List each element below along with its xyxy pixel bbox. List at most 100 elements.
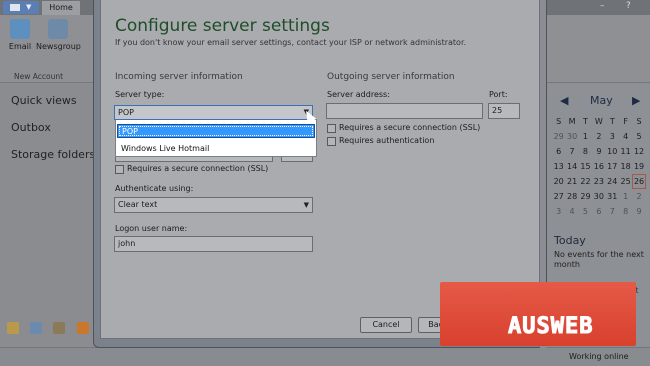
calendar-day[interactable]: 29 (552, 129, 565, 144)
outgoing-heading: Outgoing server information (327, 72, 455, 82)
calendar-day[interactable]: 29 (579, 189, 592, 204)
calendar-week-row: 3456789 (552, 204, 646, 219)
calendar-day[interactable]: 27 (552, 189, 565, 204)
calendar-day[interactable]: 7 (565, 144, 578, 159)
today-title: Today (554, 234, 586, 247)
sidebar-item-storage-folders[interactable]: Storage folders (11, 148, 95, 161)
calendar-day[interactable]: 8 (579, 144, 592, 159)
calendar-day[interactable]: 22 (579, 174, 592, 189)
calendar-day[interactable]: 5 (579, 204, 592, 219)
ribbon-group-label: New Account (14, 72, 64, 81)
status-bar: Working online (0, 347, 650, 366)
incoming-ssl-label: Requires a secure connection (SSL) (127, 164, 269, 173)
calendar-week-row: 29 30 1 2 3 4 5 (552, 129, 646, 144)
newsgroup-account-button[interactable]: Newsgroup (36, 19, 81, 51)
authenticate-select[interactable]: Clear text ▼ (114, 197, 313, 213)
email-account-label: Email (8, 42, 32, 51)
mail-icon[interactable] (7, 322, 19, 334)
calendar-day[interactable]: 28 (565, 189, 578, 204)
calendar-day[interactable]: 19 (632, 159, 645, 174)
calendar-day[interactable]: 25 (619, 174, 632, 189)
calendar-day[interactable]: 4 (619, 129, 632, 144)
logon-label: Logon user name: (115, 224, 188, 233)
minimize-icon[interactable]: – (600, 1, 605, 11)
server-type-label: Server type: (115, 90, 165, 99)
calendar-day[interactable]: 9 (632, 204, 645, 219)
feeds-icon[interactable] (77, 322, 89, 334)
newsgroup-icon (48, 19, 68, 39)
calendar-day[interactable]: 11 (619, 144, 632, 159)
port-label: Port: (489, 90, 508, 99)
calendar-week-row: 6 7 8 9 10 11 12 (552, 144, 646, 159)
app-menu-button[interactable]: ▼ (3, 1, 39, 14)
calendar-grid: SMTWTFS 29 30 1 2 3 4 5 6 7 8 9 10 11 12 13 14 15 16 17 18 1… (552, 114, 646, 219)
calendar-day[interactable]: 9 (592, 144, 605, 159)
calendar-day[interactable]: 23 (592, 174, 605, 189)
folder-pane: Quick views Outbox Storage folders (0, 84, 96, 346)
calendar-day[interactable]: 30 (592, 189, 605, 204)
outgoing-server-address-field[interactable] (326, 103, 483, 119)
help-icon[interactable]: ? (626, 1, 631, 11)
calendar-day[interactable]: 2 (632, 189, 645, 204)
calendar-day[interactable]: 24 (606, 174, 619, 189)
logon-username-field[interactable]: john (114, 236, 313, 252)
calendar-day[interactable]: 21 (565, 174, 578, 189)
calendar-day[interactable]: 26 (632, 174, 646, 189)
calendar-day[interactable]: 12 (632, 144, 645, 159)
outgoing-ssl-label: Requires a secure connection (SSL) (339, 123, 481, 132)
calendar-day[interactable]: 17 (606, 159, 619, 174)
calendar-day[interactable]: 5 (632, 129, 645, 144)
tab-home[interactable]: Home (42, 1, 80, 15)
authenticate-value: Clear text (118, 200, 158, 209)
chevron-down-icon: ▼ (303, 201, 309, 209)
calendar-day[interactable]: 1 (619, 189, 632, 204)
contacts-icon[interactable] (53, 322, 65, 334)
cancel-button[interactable]: Cancel (360, 317, 412, 333)
dropdown-option-pop[interactable]: POP (117, 124, 315, 138)
calendar-weekday: S (636, 117, 642, 126)
calendar-day[interactable]: 20 (552, 174, 565, 189)
sidebar-item-quick-views[interactable]: Quick views (11, 94, 77, 107)
calendar-day[interactable]: 8 (619, 204, 632, 219)
calendar-day[interactable]: 30 (565, 129, 578, 144)
outgoing-port-field[interactable]: 25 (488, 103, 520, 119)
calendar-day[interactable]: 3 (552, 204, 565, 219)
ausweb-logo: AUSWEB (440, 282, 636, 346)
email-account-button[interactable]: Email (0, 19, 40, 51)
calendar-day[interactable]: 4 (565, 204, 578, 219)
dropdown-option-hotmail[interactable]: Windows Live Hotmail (117, 142, 315, 156)
dialog-title: Configure server settings (115, 16, 330, 36)
server-type-select[interactable]: POP ▼ (114, 105, 313, 120)
next-month-icon[interactable]: ▶ (632, 94, 640, 107)
calendar-month: May (590, 94, 613, 107)
calendar-icon[interactable] (30, 322, 42, 334)
server-address-label: Server address: (327, 90, 390, 99)
prev-month-icon[interactable]: ◀ (560, 94, 568, 107)
calendar-day[interactable]: 7 (606, 204, 619, 219)
outgoing-auth-checkbox[interactable] (327, 137, 336, 146)
calendar-day[interactable]: 13 (552, 159, 565, 174)
calendar-weekday: T (583, 117, 588, 126)
outgoing-ssl-checkbox[interactable] (327, 124, 336, 133)
incoming-ssl-checkbox[interactable] (115, 165, 124, 174)
calendar-day[interactable]: 6 (552, 144, 565, 159)
connection-status: Working online (569, 352, 629, 361)
calendar-day[interactable]: 6 (592, 204, 605, 219)
calendar-day[interactable]: 14 (565, 159, 578, 174)
calendar-day[interactable]: 18 (619, 159, 632, 174)
sidebar-item-outbox[interactable]: Outbox (11, 121, 51, 134)
server-type-dropdown: POP Windows Live Hotmail (115, 119, 317, 157)
today-events-text: No events for the next month (554, 250, 644, 269)
app-menu-icon (10, 4, 20, 11)
calendar-day[interactable]: 15 (579, 159, 592, 174)
calendar-day[interactable]: 10 (606, 144, 619, 159)
server-type-value: POP (118, 108, 134, 117)
calendar-day[interactable]: 2 (592, 129, 605, 144)
calendar-day[interactable]: 31 (606, 189, 619, 204)
chevron-down-icon: ▼ (26, 3, 32, 11)
authenticate-label: Authenticate using: (115, 184, 194, 193)
calendar-day[interactable]: 16 (592, 159, 605, 174)
dialog-subtitle: If you don't know your email server sett… (115, 38, 467, 47)
calendar-day[interactable]: 3 (606, 129, 619, 144)
calendar-day[interactable]: 1 (579, 129, 592, 144)
